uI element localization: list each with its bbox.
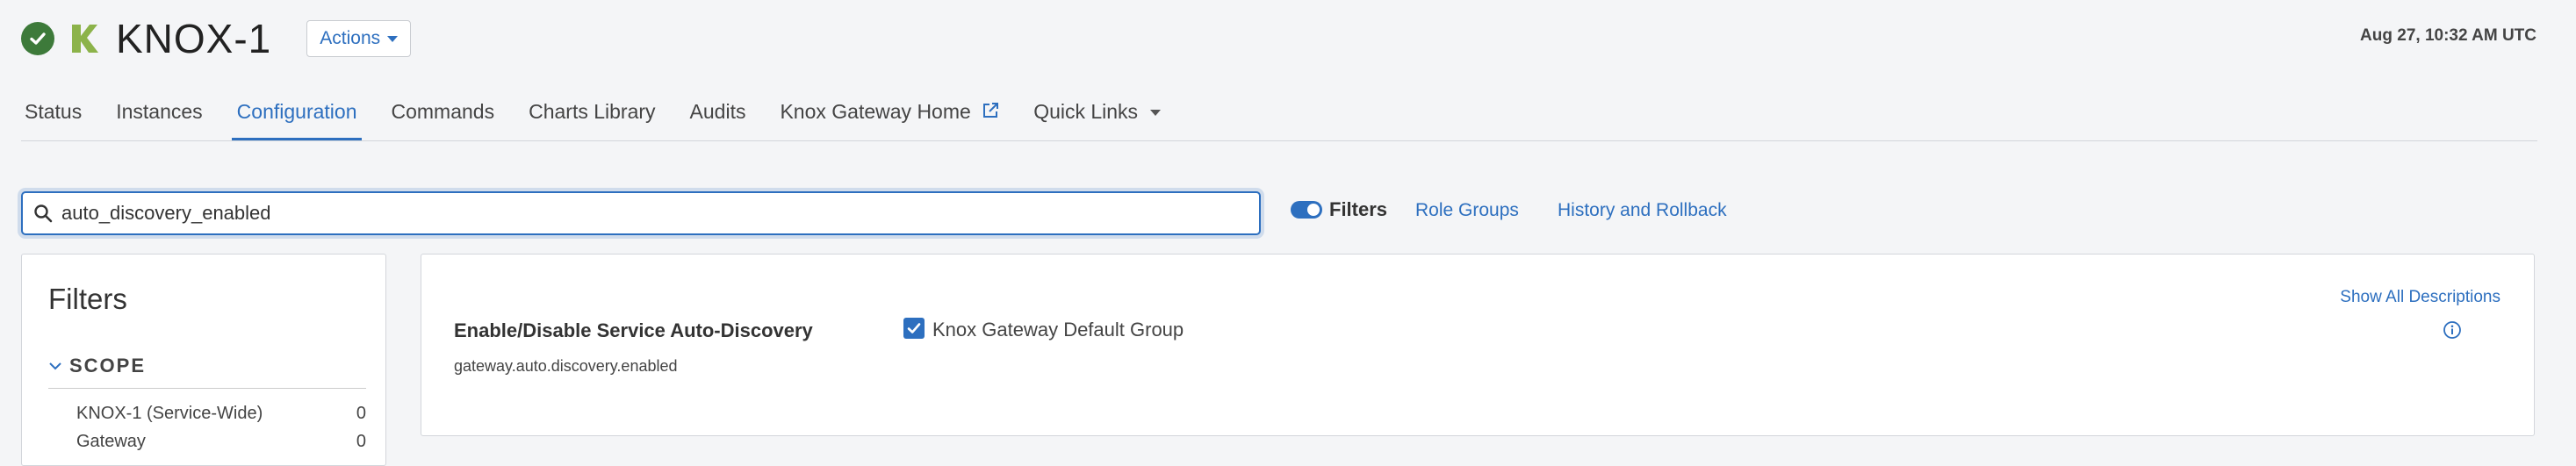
search-box[interactable] — [21, 191, 1261, 235]
role-groups-link[interactable]: Role Groups — [1415, 200, 1519, 221]
tab-instances[interactable]: Instances — [116, 91, 202, 140]
scope-item-count: 0 — [356, 404, 366, 423]
property-display-name: Enable/Disable Service Auto-Discovery — [454, 319, 813, 341]
filters-toggle-label: Filters — [1329, 198, 1388, 220]
timestamp: Aug 27, 10:32 AM UTC — [2360, 26, 2536, 45]
tab-charts-library[interactable]: Charts Library — [529, 91, 655, 140]
show-all-descriptions-link[interactable]: Show All Descriptions — [2340, 288, 2500, 307]
search-input[interactable] — [60, 201, 1240, 226]
chevron-down-icon — [49, 362, 61, 370]
scope-item-count: 0 — [356, 432, 366, 451]
scope-item-gateway[interactable]: Gateway 0 — [76, 432, 366, 452]
filters-panel: Filters SCOPE KNOX-1 (Service-Wide) 0 Ga… — [21, 254, 386, 466]
page-title: KNOX-1 — [116, 16, 272, 61]
scope-label: SCOPE — [69, 355, 147, 376]
checkmark-icon — [907, 323, 921, 333]
tab-divider — [21, 140, 2537, 141]
actions-button-label: Actions — [320, 28, 381, 48]
filters-panel-title: Filters — [48, 283, 127, 315]
tab-bar: Status Instances Configuration Commands … — [25, 91, 1195, 140]
scope-section-header[interactable]: SCOPE — [48, 355, 146, 377]
property-key: gateway.auto.discovery.enabled — [454, 357, 678, 375]
history-rollback-link[interactable]: History and Rollback — [1558, 200, 1727, 221]
tab-commands[interactable]: Commands — [391, 91, 494, 140]
tab-audits[interactable]: Audits — [690, 91, 746, 140]
filters-toggle-switch[interactable] — [1291, 201, 1322, 219]
external-link-icon — [983, 103, 999, 118]
filters-toggle-group[interactable]: Filters — [1291, 198, 1387, 221]
info-icon[interactable] — [2443, 320, 2462, 340]
check-circle-icon — [21, 22, 54, 55]
chevron-down-icon — [1150, 110, 1162, 117]
actions-button[interactable]: Actions — [306, 20, 412, 57]
knox-logo-icon — [72, 25, 98, 53]
search-icon — [34, 204, 53, 223]
chevron-down-icon — [387, 35, 399, 42]
service-header: KNOX-1 Actions — [21, 12, 412, 65]
tab-status[interactable]: Status — [25, 91, 82, 140]
scope-item-service-wide[interactable]: KNOX-1 (Service-Wide) 0 — [76, 404, 366, 424]
tab-knox-gateway-home-label: Knox Gateway Home — [780, 100, 971, 123]
tab-configuration[interactable]: Configuration — [231, 91, 363, 140]
tab-quick-links-label: Quick Links — [1033, 100, 1139, 123]
scope-item-label: KNOX-1 (Service-Wide) — [76, 404, 263, 423]
tab-quick-links[interactable]: Quick Links — [1033, 91, 1162, 140]
scope-divider — [48, 388, 366, 389]
tab-knox-gateway-home[interactable]: Knox Gateway Home — [780, 91, 999, 140]
group-checkbox[interactable] — [903, 318, 925, 339]
group-checkbox-label[interactable]: Knox Gateway Default Group — [932, 319, 1184, 341]
config-results-panel: Show All Descriptions Enable/Disable Ser… — [421, 254, 2535, 436]
scope-item-label: Gateway — [76, 432, 146, 451]
